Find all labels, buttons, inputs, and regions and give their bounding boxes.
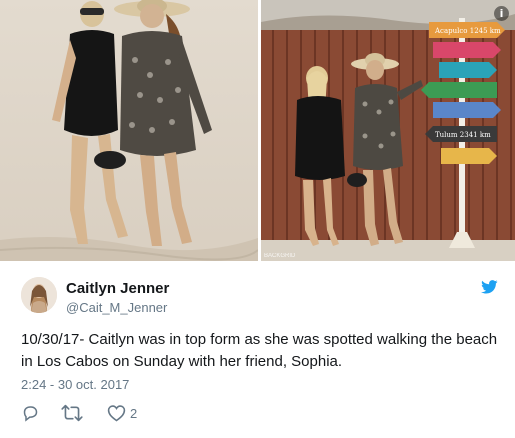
tweet-text: 10/30/17- Caitlyn was in top form as she… [21,331,498,370]
retweet-icon [61,404,83,422]
beach-photo-right-image: Acapulco 1245 km Tulum 2341 km [261,0,515,261]
photo-credit: BACKGRID [264,253,296,259]
tweet-timestamp[interactable]: 2:24 - 30 oct. 2017 [21,377,129,392]
reply-button[interactable] [21,403,40,423]
twitter-bird-glyph [481,280,498,294]
avatar-image [21,277,57,313]
like-count: 2 [130,405,138,421]
beach-photo-left-image [0,0,258,261]
author-screen-name[interactable]: @Cait_M_Jenner [66,300,167,315]
sign-acapulco: Acapulco 1245 km [434,27,501,35]
reply-icon [23,406,38,422]
author-display-name[interactable]: Caitlyn Jenner [66,280,169,297]
beach-photo-right[interactable]: Acapulco 1245 km Tulum 2341 km i BACKGRI… [261,0,515,261]
tweet-media[interactable]: Acapulco 1245 km Tulum 2341 km i BACKGRI… [0,0,515,261]
beach-photo-left[interactable] [0,0,258,261]
retweet-button[interactable] [61,403,83,423]
info-icon[interactable]: i [494,6,509,21]
like-button[interactable]: 2 [107,403,137,423]
avatar[interactable] [21,277,57,313]
twitter-bird-icon[interactable] [481,280,498,294]
heart-icon [107,405,126,422]
sign-tulum: Tulum 2341 km [435,131,491,139]
embedded-tweet: Acapulco 1245 km Tulum 2341 km i BACKGRI… [0,0,515,438]
